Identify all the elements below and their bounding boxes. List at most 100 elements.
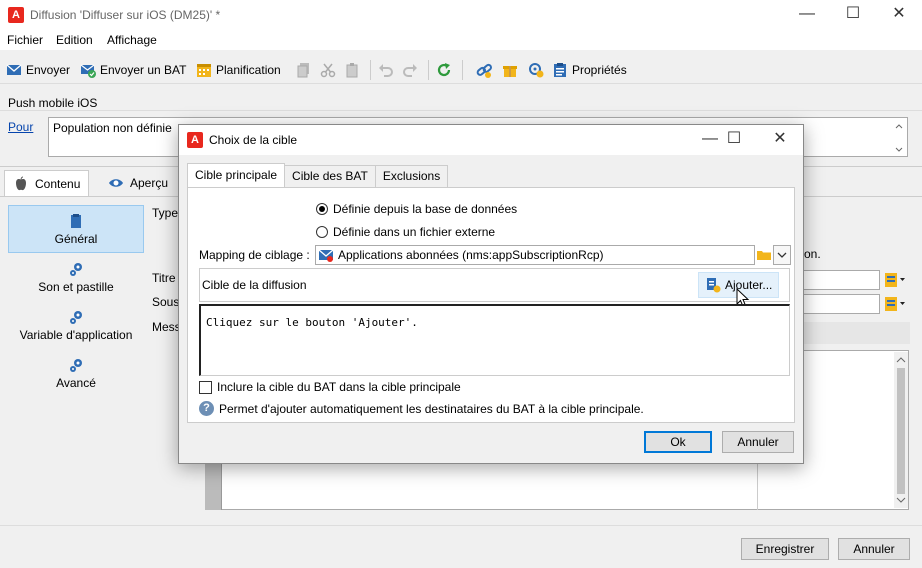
menu-bar: Fichier Edition Affichage [0, 30, 922, 50]
pour-link[interactable]: Pour [8, 120, 33, 134]
main-cancel-button[interactable]: Annuler [838, 538, 910, 560]
tab-apercu[interactable]: Aperçu [100, 170, 176, 196]
subtitle-input[interactable] [800, 294, 880, 314]
nav-general[interactable]: Général [8, 205, 144, 253]
toolbar-separator [370, 60, 371, 80]
app-logo-icon: A [187, 132, 203, 148]
tab-contenu[interactable]: Contenu [4, 170, 90, 196]
target-body[interactable]: Cliquez sur le bouton 'Ajouter'. [199, 304, 790, 376]
dialog-cancel-button[interactable]: Annuler [722, 431, 794, 453]
apple-icon [16, 176, 26, 190]
undo-button[interactable] [378, 61, 394, 79]
target-hint: Cliquez sur le bouton 'Ajouter'. [206, 316, 418, 329]
help-icon: ? [199, 401, 214, 416]
dialog-close-button[interactable]: ✕ [757, 125, 803, 155]
nav-son-pastille[interactable]: Son et pastille [8, 253, 144, 301]
personalize-icon [885, 273, 905, 287]
nav-variable-application-label: Variable d'application [19, 327, 133, 342]
chevron-down-icon [777, 252, 787, 258]
menu-affichage[interactable]: Affichage [107, 33, 157, 47]
gears-icon [70, 310, 82, 324]
divider [0, 110, 922, 111]
clipboard-icon [346, 63, 358, 78]
mapping-dropdown-button[interactable] [773, 245, 791, 265]
tab-cible-principale[interactable]: Cible principale [187, 163, 286, 187]
personalize-subtitle-button[interactable] [884, 296, 906, 315]
refresh-button[interactable] [436, 61, 452, 79]
scroll-arrows-icon [896, 357, 906, 503]
maximize-button[interactable]: ☐ [830, 0, 876, 30]
toolbar: Envoyer Envoyer un BAT Planification Pro… [0, 56, 922, 84]
scissors-icon [320, 63, 336, 78]
copy-button[interactable] [296, 61, 312, 79]
send-proof-button[interactable]: Envoyer un BAT [80, 61, 186, 79]
dialog-tabs: Cible principale Cible des BAT Exclusion… [187, 163, 449, 187]
subtitle-label: Sous [152, 295, 180, 309]
radio-db[interactable] [316, 203, 328, 215]
nav-avance[interactable]: Avancé [8, 349, 144, 397]
title-input[interactable] [800, 270, 880, 290]
help-row: ? Permet d'ajouter automatiquement les d… [199, 401, 644, 416]
dialog-maximize-button[interactable]: ☐ [711, 125, 757, 155]
folder-icon [757, 251, 771, 260]
minimize-button[interactable]: — [784, 0, 830, 30]
properties-button[interactable]: Propriétés [552, 61, 627, 79]
target-label: Cible de la diffusion [202, 278, 307, 292]
target-settings-button[interactable] [528, 61, 544, 79]
window-titlebar: A Diffusion 'Diffuser sur iOS (DM25)' * … [0, 0, 922, 30]
mapping-combo[interactable]: Applications abonnées (nms:appSubscripti… [315, 245, 755, 265]
schedule-button[interactable]: Planification [196, 61, 281, 79]
include-bat-option[interactable]: Inclure la cible du BAT dans la cible pr… [199, 380, 461, 394]
add-target-icon [707, 278, 721, 293]
undo-icon [379, 64, 393, 77]
cut-button[interactable] [320, 61, 336, 79]
clipboard-icon [71, 213, 81, 228]
target-gear-icon [529, 63, 544, 78]
tab-cible-bat[interactable]: Cible des BAT [284, 165, 376, 187]
ok-button[interactable]: Ok [644, 431, 712, 453]
radio-file[interactable] [316, 226, 328, 238]
redo-button[interactable] [402, 61, 418, 79]
paste-button[interactable] [344, 61, 360, 79]
personalize-title-button[interactable] [884, 272, 906, 291]
title-label: Titre [152, 271, 176, 285]
menu-edition[interactable]: Edition [56, 33, 93, 47]
nav-general-label: Général [54, 231, 98, 246]
close-button[interactable]: ✕ [876, 0, 922, 30]
editor-border [221, 460, 222, 510]
include-bat-checkbox[interactable] [199, 380, 212, 394]
properties-label: Propriétés [572, 63, 627, 77]
editor-scrollbar[interactable] [894, 352, 908, 508]
calendar-icon [197, 64, 211, 77]
type-label: Type [152, 206, 179, 220]
toolbar-separator [428, 60, 429, 80]
nav-variable-application[interactable]: Variable d'application [8, 301, 144, 349]
send-button[interactable]: Envoyer [6, 61, 70, 79]
window-title: Diffusion 'Diffuser sur iOS (DM25)' * [30, 8, 221, 22]
gears-icon [70, 262, 82, 276]
help-text: Permet d'ajouter automatiquement les des… [219, 401, 644, 416]
menu-fichier[interactable]: Fichier [7, 33, 43, 47]
tab-exclusions[interactable]: Exclusions [374, 165, 449, 187]
radio-db-option[interactable]: Définie depuis la base de données [316, 202, 517, 216]
envelope-check-icon [80, 64, 96, 78]
radio-file-option[interactable]: Définie dans un fichier externe [316, 225, 495, 239]
partial-text: on. [804, 247, 821, 261]
link-button[interactable] [476, 61, 492, 79]
envelope-icon [318, 249, 334, 262]
mapping-folder-button[interactable] [755, 245, 773, 265]
copy-icon [297, 63, 309, 78]
save-button[interactable]: Enregistrer [741, 538, 829, 560]
gears-icon [70, 358, 82, 372]
message-toolbar [800, 322, 910, 344]
tab-apercu-label: Aperçu [130, 176, 169, 190]
radio-file-label: Définie dans un fichier externe [333, 225, 496, 239]
gift-button[interactable] [502, 61, 518, 79]
nav-avance-label: Avancé [56, 375, 96, 390]
tab-contenu-label: Contenu [35, 176, 81, 191]
redo-icon [403, 64, 417, 77]
dialog-titlebar: A Choix de la cible — ☐ ✕ [179, 125, 803, 155]
scroll-arrows-icon[interactable] [895, 122, 903, 154]
divider [0, 525, 922, 526]
schedule-label: Planification [216, 63, 281, 77]
